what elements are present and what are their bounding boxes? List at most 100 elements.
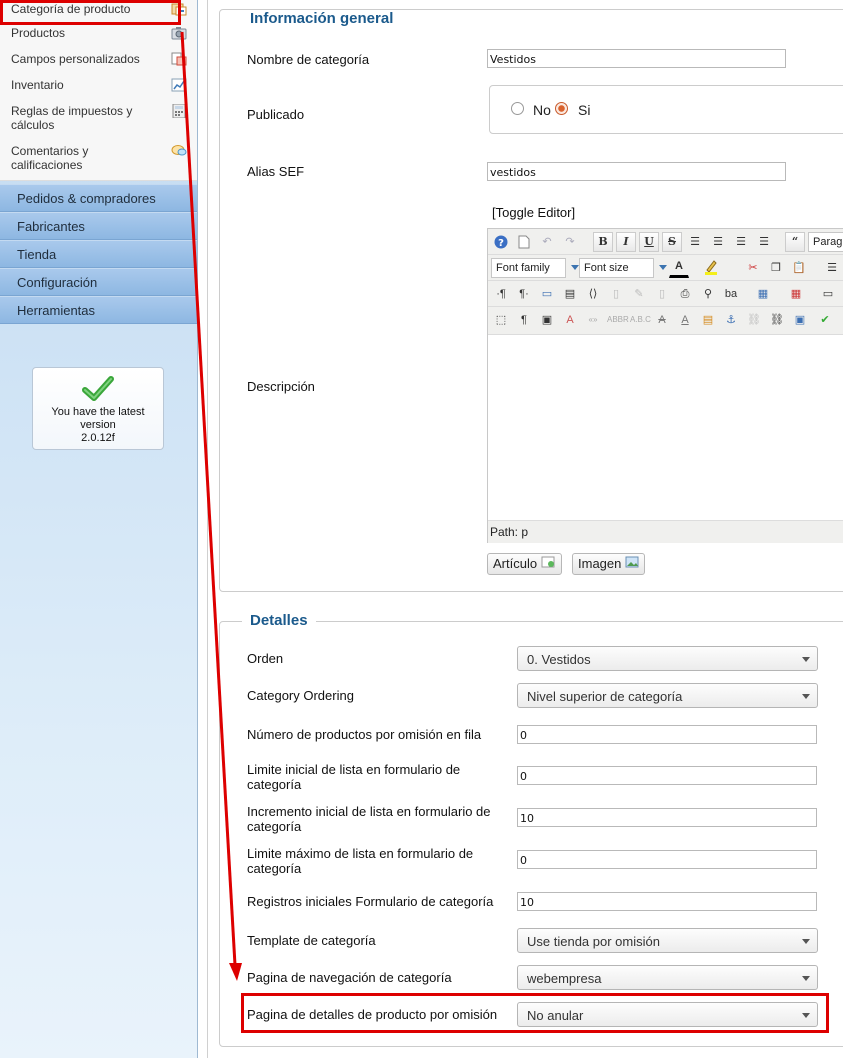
picture-icon	[625, 556, 639, 568]
list-increment-input[interactable]: 10	[517, 808, 817, 827]
insert-media-icon[interactable]: ▣	[537, 310, 557, 330]
published-no-radio[interactable]	[511, 102, 524, 115]
rich-text-editor: ? ↶ ↷ B I U S ☰ ☰ ☰ ☰ “ Parag Font famil…	[487, 228, 843, 543]
paste-icon[interactable]: 📋	[789, 258, 809, 278]
calculator-icon	[172, 104, 186, 118]
category-ordering-value: Nivel superior de categoría	[527, 689, 683, 704]
initial-records-label: Registros iniciales Formulario de catego…	[247, 894, 494, 909]
print-icon[interactable]: ⎙	[675, 284, 695, 304]
bold-icon[interactable]: B	[593, 232, 613, 252]
order-select[interactable]: 0. Vestidos	[517, 646, 818, 671]
cite-icon[interactable]: «»	[583, 310, 603, 330]
find-icon[interactable]: ⚲	[698, 284, 718, 304]
font-size-select[interactable]: Font size	[579, 258, 667, 278]
cut-icon[interactable]: ✂	[743, 258, 763, 278]
ltr-icon[interactable]: ·¶	[491, 284, 511, 304]
link-icon[interactable]: ⛓	[767, 310, 787, 330]
category-template-select[interactable]: Use tienda por omisión	[517, 928, 818, 953]
help-icon[interactable]: ?	[491, 232, 511, 252]
copy-icon[interactable]: ❐	[766, 258, 786, 278]
strikethrough-icon[interactable]: S	[662, 232, 682, 252]
category-template-value: Use tienda por omisión	[527, 934, 660, 949]
spellcheck-icon[interactable]: ✔	[815, 310, 835, 330]
replace-icon[interactable]: ba	[721, 284, 741, 304]
details-legend: Detalles	[242, 612, 316, 629]
list-max-limit-label-line1: Limite máximo de lista en formulario de	[247, 846, 474, 861]
image-button-label: Imagen	[578, 556, 622, 571]
sidebar-section-tools[interactable]: Herramientas	[0, 296, 197, 324]
sef-alias-input[interactable]: vestidos	[487, 162, 786, 181]
products-per-row-input[interactable]: 0	[517, 725, 817, 744]
highlight-color-icon[interactable]	[701, 258, 721, 278]
editor-content-area[interactable]	[488, 335, 843, 521]
acronym-icon[interactable]: A.B.C	[629, 310, 651, 330]
font-family-select[interactable]: Font family	[491, 258, 579, 278]
order-label: Orden	[247, 651, 284, 666]
insert-article-button[interactable]: Artículo	[487, 553, 562, 575]
abbr-icon[interactable]: ABBR	[606, 310, 629, 330]
align-justify-icon[interactable]: ☰	[685, 232, 705, 252]
editor-toolbar-row-1: ? ↶ ↷ B I U S ☰ ☰ ☰ ☰ “ Parag	[488, 229, 843, 255]
edit-css-icon[interactable]: ✎	[629, 284, 649, 304]
sidebar-section-store[interactable]: Tienda	[0, 240, 197, 268]
sidebar-item-inventory[interactable]: Inventario	[0, 78, 197, 104]
align-right-icon[interactable]: ☰	[754, 232, 774, 252]
path-value[interactable]: p	[521, 525, 528, 539]
sidebar-item-products[interactable]: Productos	[0, 26, 197, 52]
del-icon[interactable]: A	[652, 310, 672, 330]
initial-records-input[interactable]: 10	[517, 892, 817, 911]
image-icon[interactable]: ▣	[790, 310, 810, 330]
redo-icon[interactable]: ↷	[560, 232, 580, 252]
editor-toolbar-row-4: ⬚ ¶ ▣ A «» ABBR A.B.C A A ▤ ⚓ ⛓ ⛓ ▣ ✔	[488, 307, 843, 335]
font-size-label: Font size	[584, 262, 629, 274]
insert-table-icon[interactable]: ▦	[753, 284, 773, 304]
preview-icon[interactable]: ▤	[560, 284, 580, 304]
sidebar-section-orders[interactable]: Pedidos & compradores	[0, 184, 197, 212]
visual-aid-icon[interactable]: ⬚	[491, 310, 511, 330]
published-si-radio[interactable]	[555, 102, 568, 115]
editor-toolbar-row-2: Font family Font size A ✂ ❐ 📋 ☰	[488, 255, 843, 281]
row-props-icon[interactable]: ▭	[818, 284, 838, 304]
align-left-icon[interactable]: ☰	[731, 232, 751, 252]
show-blocks-icon[interactable]: ¶	[514, 310, 534, 330]
anchor-icon[interactable]: ⚓	[721, 310, 741, 330]
category-nav-page-value: webempresa	[527, 971, 602, 986]
insert-image-button[interactable]: Imagen	[572, 553, 645, 575]
sidebar-item-tax-rules[interactable]: Reglas de impuestos y cálculos	[0, 104, 197, 144]
align-center-icon[interactable]: ☰	[708, 232, 728, 252]
fullscreen-icon[interactable]: ▭	[537, 284, 557, 304]
toggle-editor-link[interactable]: [Toggle Editor]	[492, 205, 575, 220]
rtl-icon[interactable]: ¶·	[514, 284, 534, 304]
blockquote-icon[interactable]: “	[785, 232, 805, 252]
text-color-icon[interactable]: A	[669, 258, 689, 278]
sidebar-section-configuration[interactable]: Configuración	[0, 268, 197, 296]
paragraph-format-select[interactable]: Parag	[808, 232, 843, 252]
list-start-limit-input[interactable]: 0	[517, 766, 817, 785]
underline-icon[interactable]: U	[639, 232, 659, 252]
chevron-down-icon	[802, 657, 810, 662]
sidebar-section-manufacturers[interactable]: Fabricantes	[0, 212, 197, 240]
list-increment-label-line1: Incremento inicial de lista en formulari…	[247, 804, 491, 819]
insert-layer-icon[interactable]: ▯	[652, 284, 672, 304]
undo-icon[interactable]: ↶	[537, 232, 557, 252]
published-label: Publicado	[247, 107, 305, 122]
product-submenu: Categoría de producto Productos Campos p…	[0, 0, 197, 181]
sidebar-item-comments[interactable]: Comentarios y calificaciones	[0, 144, 197, 176]
italic-icon[interactable]: I	[616, 232, 636, 252]
delete-table-icon[interactable]: ▦	[786, 284, 806, 304]
category-nav-page-select[interactable]: webempresa	[517, 965, 818, 990]
category-name-input[interactable]: Vestidos	[487, 49, 786, 68]
attributes-icon[interactable]: ▤	[698, 310, 718, 330]
sidebar-item-custom-fields[interactable]: Campos personalizados	[0, 52, 197, 78]
category-ordering-select[interactable]: Nivel superior de categoría	[517, 683, 818, 708]
unlink-icon[interactable]: ⛓	[744, 310, 764, 330]
checkmark-icon	[82, 376, 114, 401]
code-icon[interactable]: ⟨⟩	[583, 284, 603, 304]
new-document-icon[interactable]	[514, 232, 534, 252]
list-max-limit-input[interactable]: 0	[517, 850, 817, 869]
template-icon[interactable]: ▯	[606, 284, 626, 304]
styles-icon[interactable]: A	[560, 310, 580, 330]
editor-toolbar-row-3: ·¶ ¶· ▭ ▤ ⟨⟩ ▯ ✎ ▯ ⎙ ⚲ ba ▦ ▦ ▭	[488, 281, 843, 307]
ins-icon[interactable]: A	[675, 310, 695, 330]
paste-text-icon[interactable]: ☰	[822, 258, 842, 278]
